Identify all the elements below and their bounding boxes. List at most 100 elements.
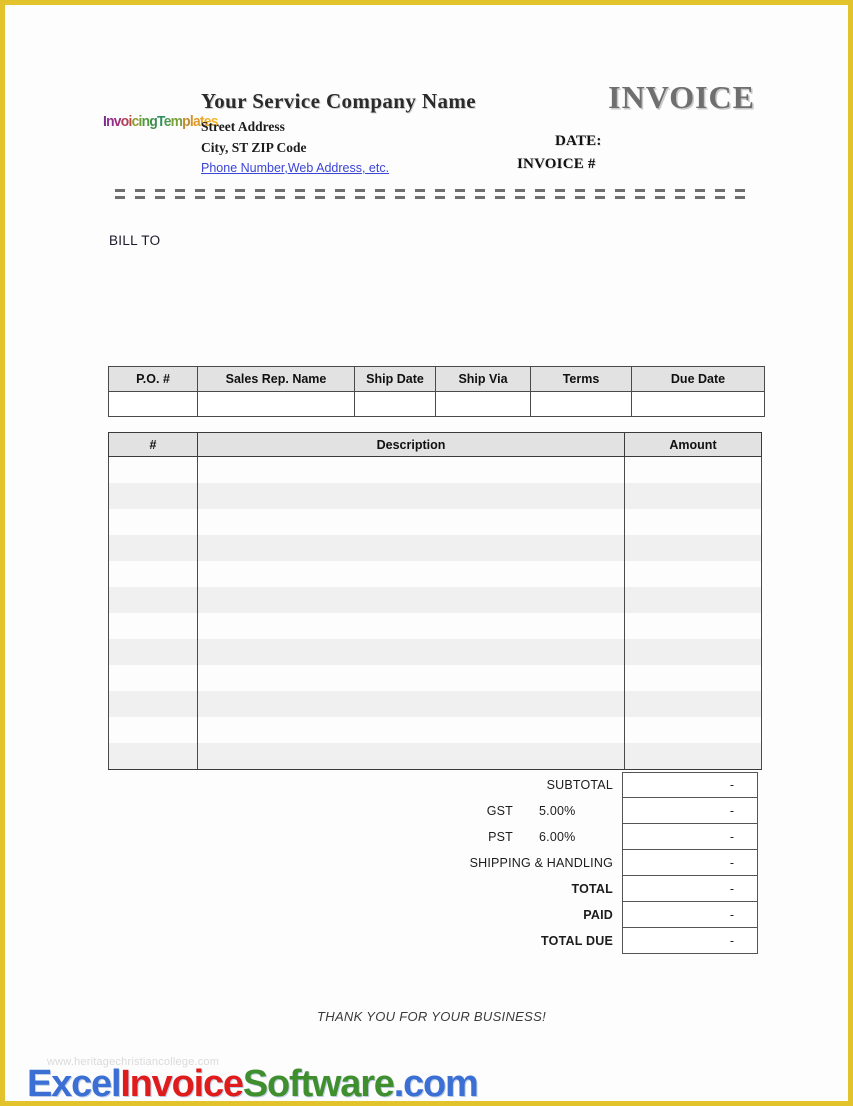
th-po-number: P.O. # — [108, 366, 198, 392]
totals-label-text-gst: GST — [486, 804, 513, 818]
totals-rate-pst[interactable]: 6.00% — [539, 830, 613, 844]
line-item-description[interactable] — [197, 561, 625, 587]
totals-row-gst: GST 5.00% - — [385, 798, 758, 824]
totals-value-gst[interactable]: - — [622, 798, 758, 824]
totals-label-gst: GST 5.00% — [385, 798, 622, 824]
line-item-amount[interactable] — [624, 535, 762, 561]
line-item-number[interactable] — [108, 587, 198, 613]
line-item-description[interactable] — [197, 743, 625, 770]
line-item-number[interactable] — [108, 561, 198, 587]
brand-banner: ExcelInvoiceSoftware.com — [27, 1063, 479, 1105]
line-item-number[interactable] — [108, 613, 198, 639]
totals-value-pst[interactable]: - — [622, 824, 758, 850]
line-item-amount[interactable] — [624, 587, 762, 613]
line-item-number[interactable] — [108, 509, 198, 535]
line-item-row — [108, 743, 762, 770]
invoice-title: INVOICE — [608, 79, 755, 115]
line-item-row — [108, 717, 762, 743]
line-item-description[interactable] — [197, 691, 625, 717]
line-item-description[interactable] — [197, 456, 625, 483]
line-item-row — [108, 613, 762, 639]
totals-value-paid[interactable]: - — [622, 902, 758, 928]
logo-letter-10: e — [163, 113, 172, 130]
line-item-row — [108, 535, 762, 561]
line-item-row — [108, 665, 762, 691]
order-info-value-row — [108, 391, 765, 417]
totals-value-total[interactable]: - — [622, 876, 758, 902]
line-items-table: # Description Amount — [108, 432, 762, 770]
th-terms: Terms — [530, 366, 632, 392]
totals-row-pst: PST 6.00% - — [385, 824, 758, 850]
td-ship-date[interactable] — [354, 391, 436, 417]
line-item-number[interactable] — [108, 691, 198, 717]
th-item-amount: Amount — [624, 432, 762, 457]
td-ship-via[interactable] — [435, 391, 531, 417]
logo-letter-9: T — [157, 113, 164, 130]
totals-label-text-shipping-handling: SHIPPING & HANDLING — [469, 856, 613, 870]
line-item-amount[interactable] — [624, 743, 762, 770]
line-item-description[interactable] — [197, 587, 625, 613]
totals-value-total-due[interactable]: - — [622, 928, 758, 954]
line-item-row — [108, 483, 762, 509]
th-sales-rep-name: Sales Rep. Name — [197, 366, 355, 392]
th-item-number: # — [108, 432, 198, 457]
totals-row-total-due: TOTAL DUE - — [385, 928, 758, 954]
line-item-amount[interactable] — [624, 639, 762, 665]
bill-to-input-area[interactable] — [109, 255, 489, 350]
line-item-description[interactable] — [197, 509, 625, 535]
line-item-amount[interactable] — [624, 665, 762, 691]
line-item-amount[interactable] — [624, 456, 762, 483]
line-item-amount[interactable] — [624, 509, 762, 535]
line-item-description[interactable] — [197, 613, 625, 639]
company-street-address: Street Address — [201, 119, 285, 134]
th-item-description: Description — [197, 432, 625, 457]
totals-label-subtotal: SUBTOTAL — [385, 772, 622, 798]
company-name: Your Service Company Name — [201, 89, 477, 113]
line-item-amount[interactable] — [624, 483, 762, 509]
divider-line-top — [115, 189, 753, 192]
line-item-number[interactable] — [108, 639, 198, 665]
line-item-amount[interactable] — [624, 561, 762, 587]
line-item-description[interactable] — [197, 483, 625, 509]
totals-rate-gst[interactable]: 5.00% — [539, 804, 613, 818]
line-item-number[interactable] — [108, 483, 198, 509]
totals-row-subtotal: SUBTOTAL - — [385, 772, 758, 798]
line-item-number[interactable] — [108, 535, 198, 561]
line-item-amount[interactable] — [624, 717, 762, 743]
line-item-description[interactable] — [197, 639, 625, 665]
totals-value-shipping-handling[interactable]: - — [622, 850, 758, 876]
totals-row-paid: PAID - — [385, 902, 758, 928]
company-city-state-zip: City, ST ZIP Code — [201, 140, 307, 155]
line-item-number[interactable] — [108, 456, 198, 483]
logo-letter-11: m — [170, 113, 183, 130]
invoice-meta-block: DATE: INVOICE # — [517, 133, 697, 179]
brand-tld: .com — [393, 1063, 479, 1105]
line-item-description[interactable] — [197, 535, 625, 561]
td-terms[interactable] — [530, 391, 632, 417]
brand-invoice: Invoice — [120, 1063, 244, 1105]
logo-letter-5: c — [131, 113, 140, 130]
line-item-description[interactable] — [197, 717, 625, 743]
line-items-body — [108, 456, 762, 770]
order-info-table: P.O. # Sales Rep. Name Ship Date Ship Vi… — [108, 366, 765, 417]
divider-line-bottom — [115, 196, 753, 199]
totals-label-text-total: TOTAL — [571, 882, 613, 896]
line-item-number[interactable] — [108, 717, 198, 743]
line-item-amount[interactable] — [624, 691, 762, 717]
line-item-description[interactable] — [197, 665, 625, 691]
totals-label-pst: PST 6.00% — [385, 824, 622, 850]
th-ship-date: Ship Date — [354, 366, 436, 392]
logo-letter-1: n — [106, 113, 114, 130]
line-item-amount[interactable] — [624, 613, 762, 639]
line-item-number[interactable] — [108, 743, 198, 770]
date-label: DATE: — [555, 133, 602, 149]
line-item-number[interactable] — [108, 665, 198, 691]
td-po-number[interactable] — [108, 391, 198, 417]
totals-value-subtotal[interactable]: - — [622, 772, 758, 798]
totals-label-text-subtotal: SUBTOTAL — [546, 778, 613, 792]
company-contact-link[interactable]: Phone Number,Web Address, etc. — [201, 161, 389, 175]
td-sales-rep-name[interactable] — [197, 391, 355, 417]
th-ship-via: Ship Via — [435, 366, 531, 392]
td-due-date[interactable] — [631, 391, 765, 417]
line-item-row — [108, 456, 762, 483]
